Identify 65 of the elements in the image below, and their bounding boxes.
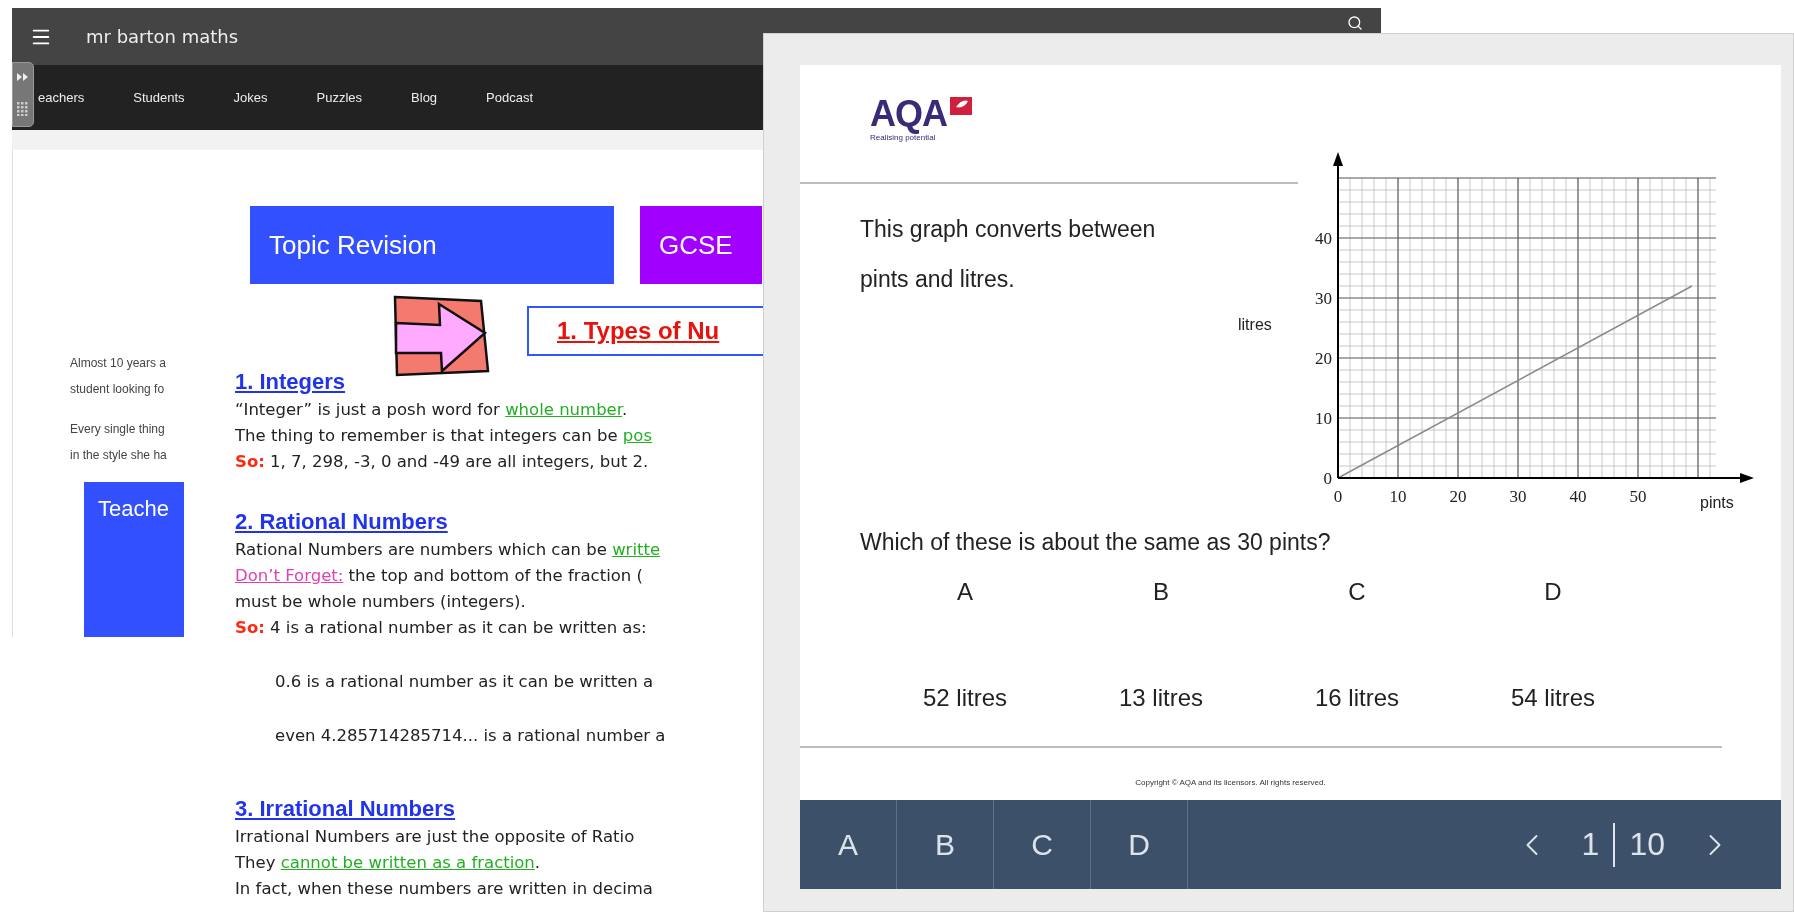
option-letter: C	[1348, 578, 1366, 606]
text-line: must be whole numbers (integers).	[235, 591, 526, 613]
side-handle[interactable]	[12, 62, 34, 127]
nav-link[interactable]: Blog	[411, 90, 438, 105]
site-title: mr barton maths	[86, 26, 239, 47]
option-answer: 16 litres	[1314, 684, 1399, 712]
grip-icon	[17, 101, 29, 116]
nav-link[interactable]: eachers	[38, 90, 85, 105]
nav-link[interactable]: Puzzles	[316, 90, 363, 105]
intro-text: Almost 10 years a	[70, 355, 168, 372]
tick-label: 30	[1315, 289, 1332, 308]
nav-link[interactable]: Jokes	[233, 90, 268, 105]
double-arrow-icon	[17, 73, 29, 82]
option-letter: D	[1544, 578, 1562, 606]
copyright-text: Copyright © AQA and its licensors. All rights reserved.	[1135, 778, 1326, 787]
tick-label: 40	[1315, 229, 1332, 248]
text-line: So: 4 is a rational number as it can be written as:	[235, 617, 647, 639]
axis-label: litres	[1238, 316, 1272, 333]
section-heading[interactable]: 1. Integers	[235, 367, 346, 397]
option-letter: B	[1153, 578, 1169, 606]
tick-label: 0	[1323, 469, 1332, 488]
intro-text: student looking fo	[70, 381, 166, 398]
text-line: The thing to remember is that integers can be pos	[235, 425, 652, 447]
text-line: Don’t Forget: the top and bottom of the fraction (	[235, 565, 643, 587]
search-icon[interactable]	[1347, 15, 1363, 31]
axis-label: pints	[1700, 494, 1734, 511]
tick-label: 40	[1569, 487, 1587, 506]
text-line: “Integer” is just a posh word for whole number.	[235, 399, 628, 421]
option-answer: 13 litres	[1118, 684, 1203, 712]
link[interactable]: Don’t Forget:	[235, 566, 344, 585]
text-line: 0.6 is a rational number as it can be written a	[274, 671, 654, 693]
topic-button[interactable]: Topic Revision	[250, 206, 614, 284]
tick-label: 30	[1509, 487, 1527, 506]
tick-label: 10	[1389, 487, 1407, 506]
option-answer: 54 litres	[1510, 684, 1595, 712]
nav-link[interactable]: Podcast	[486, 90, 534, 105]
tick-label: 20	[1449, 487, 1467, 506]
section-heading[interactable]: 2. Rational Numbers	[235, 507, 448, 537]
section-heading[interactable]: 3. Irrational Numbers	[235, 794, 456, 824]
logo-text: AQA	[870, 95, 947, 133]
option-answer: 52 litres	[922, 684, 1007, 712]
text-line: even 4.285714285714... is a rational number a	[274, 725, 666, 747]
page-title: 1. Types of Nu	[557, 317, 720, 345]
tick-label: 0	[1333, 487, 1343, 506]
page-total: 10	[1629, 826, 1665, 863]
option-letter: A	[957, 578, 973, 606]
text-line: Rational Numbers are numbers which can be writte	[235, 539, 661, 561]
question-text: Which of these is about the same as 30 pints?	[859, 529, 1332, 556]
text-line: They cannot be written as a fraction.	[235, 852, 541, 874]
nav-link[interactable]: Students	[133, 90, 185, 105]
text-line: So: 1, 7, 298, -3, 0 and -49 are all integers, but 2.	[235, 451, 649, 473]
text-line: In fact, when these numbers are written in decima	[235, 878, 653, 900]
current-page: 1	[1581, 826, 1600, 863]
logo-tagline: Realising potential	[870, 133, 936, 142]
tick-label: 10	[1315, 409, 1332, 428]
topic-button[interactable]: GCSE	[640, 206, 762, 284]
prompt-text: This graph converts between	[859, 215, 1157, 244]
tick-label: 50	[1629, 487, 1647, 506]
prompt-text: pints and litres.	[859, 265, 1016, 294]
intro-text: Every single thing	[70, 421, 166, 438]
text-line: Irrational Numbers are just the opposite of Ratio	[235, 826, 635, 848]
logo-mark-icon	[947, 95, 973, 117]
intro-text: in the style she ha	[70, 447, 168, 464]
teachers-button[interactable]: Teache	[84, 482, 184, 637]
tick-label: 20	[1315, 349, 1332, 368]
